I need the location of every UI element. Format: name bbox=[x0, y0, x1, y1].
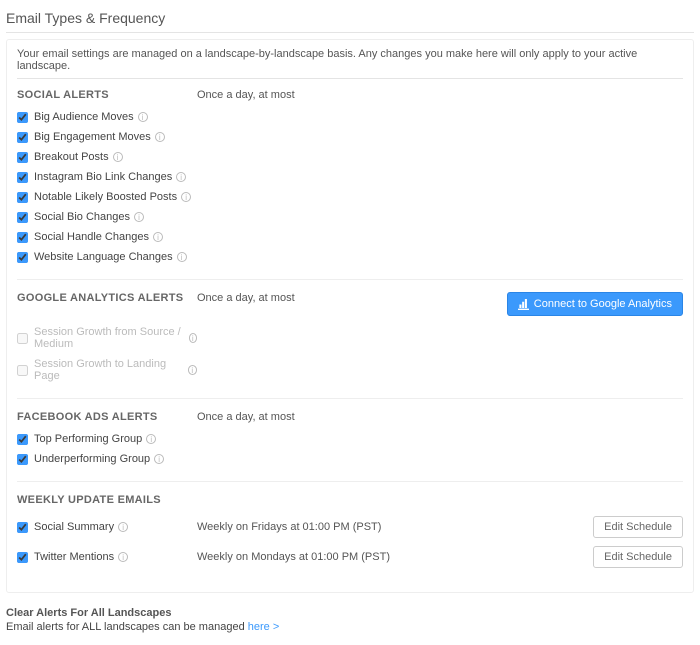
checkbox-social-handle-changes[interactable] bbox=[17, 232, 28, 243]
checkbox-twitter-mentions[interactable] bbox=[17, 552, 28, 563]
checkbox-social-summary[interactable] bbox=[17, 522, 28, 533]
info-icon[interactable]: i bbox=[138, 112, 148, 122]
checkbox-session-growth-landing bbox=[17, 365, 28, 376]
edit-schedule-button[interactable]: Edit Schedule bbox=[593, 546, 683, 568]
option-label: Session Growth from Source / Medium bbox=[34, 326, 185, 350]
section-frequency: Once a day, at most bbox=[197, 411, 683, 423]
footer-title: Clear Alerts For All Landscapes bbox=[6, 607, 694, 619]
option-label: Notable Likely Boosted Posts bbox=[34, 191, 177, 203]
checkbox-website-language-changes[interactable] bbox=[17, 252, 28, 263]
info-icon[interactable]: i bbox=[118, 522, 128, 532]
connect-google-analytics-button[interactable]: Connect to Google Analytics bbox=[507, 292, 683, 316]
page-title: Email Types & Frequency bbox=[6, 6, 694, 32]
info-icon[interactable]: i bbox=[134, 212, 144, 222]
option-label: Social Bio Changes bbox=[34, 211, 130, 223]
chart-icon bbox=[518, 299, 529, 310]
option-label: Top Performing Group bbox=[34, 433, 142, 445]
checkbox-big-engagement-moves[interactable] bbox=[17, 132, 28, 143]
info-icon[interactable]: i bbox=[154, 454, 164, 464]
section-frequency: Once a day, at most bbox=[197, 89, 683, 101]
manage-here-link[interactable]: here > bbox=[248, 621, 280, 633]
divider bbox=[6, 32, 694, 33]
section-facebook-ads: FACEBOOK ADS ALERTS Once a day, at most … bbox=[17, 398, 683, 481]
option-label: Session Growth to Landing Page bbox=[34, 358, 184, 382]
info-icon[interactable]: i bbox=[118, 552, 128, 562]
info-icon[interactable]: i bbox=[146, 434, 156, 444]
option-label: Social Handle Changes bbox=[34, 231, 149, 243]
info-icon[interactable]: i bbox=[153, 232, 163, 242]
option-label: Instagram Bio Link Changes bbox=[34, 171, 172, 183]
divider bbox=[17, 78, 683, 79]
schedule-text: Weekly on Fridays at 01:00 PM (PST) bbox=[197, 521, 593, 533]
checkbox-breakout-posts[interactable] bbox=[17, 152, 28, 163]
footer-text: Email alerts for ALL landscapes can be m… bbox=[6, 621, 248, 633]
checkbox-instagram-bio-link[interactable] bbox=[17, 172, 28, 183]
checkbox-social-bio-changes[interactable] bbox=[17, 212, 28, 223]
checkbox-session-growth-source bbox=[17, 333, 28, 344]
info-icon[interactable]: i bbox=[177, 252, 187, 262]
button-label: Connect to Google Analytics bbox=[534, 298, 672, 310]
edit-schedule-button[interactable]: Edit Schedule bbox=[593, 516, 683, 538]
option-label: Big Audience Moves bbox=[34, 111, 134, 123]
info-icon[interactable]: i bbox=[176, 172, 186, 182]
section-social-alerts: SOCIAL ALERTS Once a day, at most Big Au… bbox=[17, 85, 683, 279]
checkbox-top-performing-group[interactable] bbox=[17, 434, 28, 445]
option-label: Social Summary bbox=[34, 521, 114, 533]
option-label: Underperforming Group bbox=[34, 453, 150, 465]
section-title: FACEBOOK ADS ALERTS bbox=[17, 411, 197, 423]
checkbox-underperforming-group[interactable] bbox=[17, 454, 28, 465]
option-label: Big Engagement Moves bbox=[34, 131, 151, 143]
schedule-text: Weekly on Mondays at 01:00 PM (PST) bbox=[197, 551, 593, 563]
section-google-analytics: GOOGLE ANALYTICS ALERTS Once a day, at m… bbox=[17, 279, 683, 398]
info-icon[interactable]: i bbox=[181, 192, 191, 202]
checkbox-notable-boosted[interactable] bbox=[17, 192, 28, 203]
option-label: Twitter Mentions bbox=[34, 551, 114, 563]
section-title: WEEKLY UPDATE EMAILS bbox=[17, 494, 197, 506]
settings-panel: Your email settings are managed on a lan… bbox=[6, 39, 694, 593]
section-title: SOCIAL ALERTS bbox=[17, 89, 197, 101]
checkbox-big-audience-moves[interactable] bbox=[17, 112, 28, 123]
option-label: Breakout Posts bbox=[34, 151, 109, 163]
page-description: Your email settings are managed on a lan… bbox=[17, 48, 683, 72]
info-icon[interactable]: i bbox=[113, 152, 123, 162]
section-weekly-update: WEEKLY UPDATE EMAILS Social Summary i Wee… bbox=[17, 481, 683, 584]
info-icon[interactable]: i bbox=[155, 132, 165, 142]
section-frequency: Once a day, at most bbox=[197, 292, 507, 304]
option-label: Website Language Changes bbox=[34, 251, 173, 263]
info-icon[interactable]: i bbox=[188, 365, 197, 375]
footer: Clear Alerts For All Landscapes Email al… bbox=[6, 603, 694, 639]
section-title: GOOGLE ANALYTICS ALERTS bbox=[17, 292, 197, 304]
info-icon[interactable]: i bbox=[189, 333, 197, 343]
